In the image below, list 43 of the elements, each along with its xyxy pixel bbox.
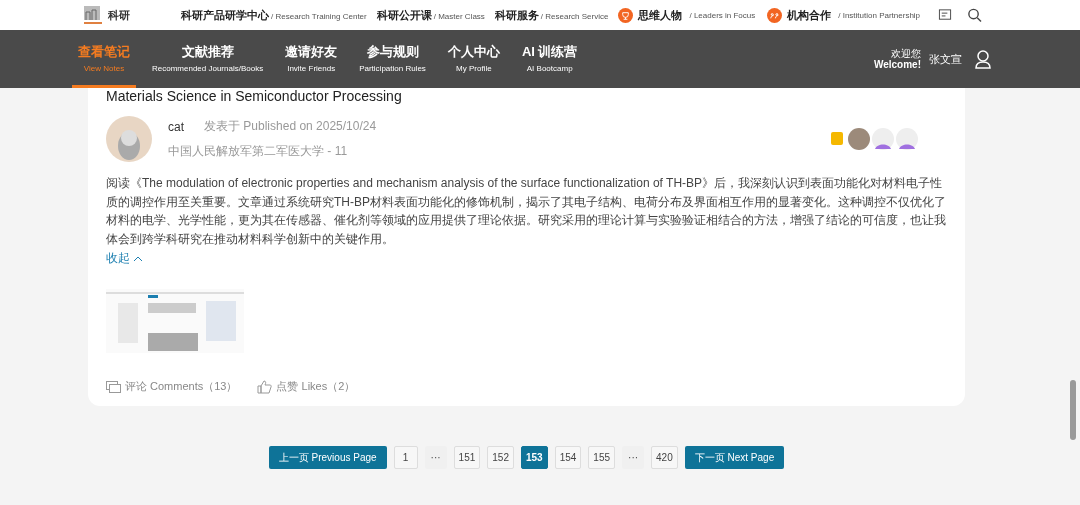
search-icon[interactable] xyxy=(967,7,982,23)
note-title: Materials Science in Semiconductor Processing xyxy=(106,88,403,104)
welcome-text: 欢迎您 Welcome! xyxy=(873,48,921,70)
page-number[interactable]: 154 xyxy=(554,446,582,469)
header-link[interactable]: 科研服务 / Research Service xyxy=(494,7,609,23)
page-ellipsis: ··· xyxy=(424,446,447,469)
caret-icon xyxy=(133,254,143,263)
comment-icon xyxy=(106,380,121,393)
collapse-link[interactable]: 收起 xyxy=(106,250,143,267)
publish-date: 发表于 Published on 2025/10/24 xyxy=(204,118,377,135)
thumbs-up-icon xyxy=(257,379,273,394)
nav-tab[interactable]: 邀请好友 Invite Friends xyxy=(279,30,344,88)
comments-button[interactable]: 评论 Comments（13） xyxy=(106,379,238,394)
logo-icon xyxy=(82,4,104,26)
affiliation: 中国人民解放军第二军医大学 - 11 xyxy=(168,143,349,160)
page-number[interactable]: 151 xyxy=(453,446,481,469)
trophy-icon xyxy=(618,7,634,23)
user-name[interactable]: 张文宣 xyxy=(929,51,962,67)
logo-text: 科研 xyxy=(108,7,130,23)
avatar-icon xyxy=(106,116,152,162)
next-page-button[interactable]: 下一页 Next Page xyxy=(684,446,785,469)
likes-button[interactable]: 点赞 Likes（2） xyxy=(257,379,356,394)
scrollbar-thumb[interactable] xyxy=(1070,380,1076,440)
page-number[interactable]: 155 xyxy=(588,446,616,469)
note-body: 阅读《The modulation of electronic properties and mechanism analysis of the surface functionalization of TH-BP》后，我深刻认识到表面功能化对材料电子性质的调控作用至关重要。文章通过系统研究TH-BP材料表面功能化的修饰机制，揭示了其电子结构、电荷分布及界面相互作用的显著变化。这种调控不仅优化了材料的电学、光学性能，更为其在传感器、催化剂等领域的应用提供了理论依据。研究采用的理论计算与实验验证相结合的方法，增强了结论的可信度，也让我体会到跨学科研究在推动材料科学创新中的关键作用。 xyxy=(106,175,947,248)
page-number[interactable]: 420 xyxy=(651,446,678,469)
page-number[interactable]: 1 xyxy=(393,446,418,469)
document-thumbnail[interactable] xyxy=(106,289,244,353)
author-name[interactable]: cat xyxy=(168,119,184,134)
header-link[interactable]: 科研产品研学中心 / Research Training Center xyxy=(181,7,367,23)
previous-page-button[interactable]: 上一页 Previous Page xyxy=(268,446,387,469)
header-link[interactable]: 思维人物 / Leaders in Focus xyxy=(618,7,756,23)
page-number[interactable]: 152 xyxy=(487,446,514,469)
nav-tab[interactable]: 文献推荐 Recommended Journals/Books xyxy=(146,30,270,88)
notes-icon[interactable] xyxy=(938,7,954,23)
header-link[interactable]: 机构合作 / Institution Partnership xyxy=(767,7,921,23)
nav-tab[interactable]: 参与规则 Participation Rules xyxy=(353,30,432,88)
page-number[interactable]: 153 xyxy=(521,446,548,469)
page-ellipsis: ··· xyxy=(622,446,645,469)
nav-tab[interactable]: 个人中心 My Profile xyxy=(441,30,506,88)
user-icon[interactable] xyxy=(974,49,992,69)
header-link[interactable]: 科研公开课 / Master Class xyxy=(376,7,485,23)
nav-tab[interactable]: AI 训练营 AI Bootcamp xyxy=(515,30,584,88)
